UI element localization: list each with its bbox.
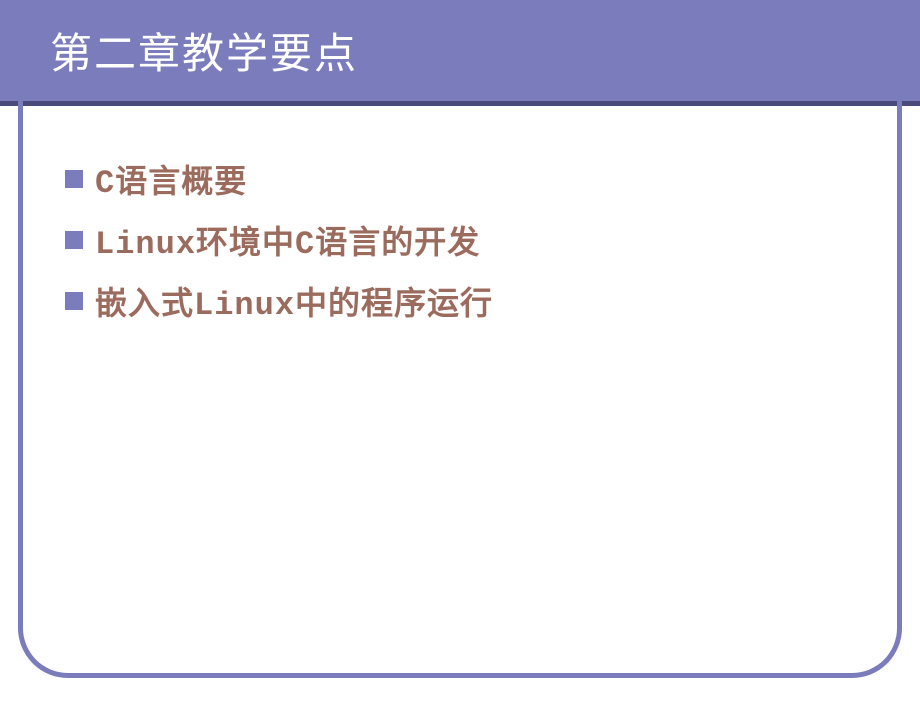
border-bottom [110,673,810,678]
list-item: Linux环境中C语言的开发 [65,217,920,263]
bullet-text: Linux环境中C语言的开发 [95,217,480,263]
bullet-icon [65,231,83,249]
list-item: 嵌入式Linux中的程序运行 [65,278,920,324]
slide-content: C语言概要 Linux环境中C语言的开发 嵌入式Linux中的程序运行 [0,106,920,701]
bullet-text: C语言概要 [95,156,247,202]
bullet-icon [65,170,83,188]
slide-title: 第二章教学要点 [50,20,920,81]
slide-header: 第二章教学要点 [0,0,920,106]
list-item: C语言概要 [65,156,920,202]
bullet-text: 嵌入式Linux中的程序运行 [95,278,493,324]
bullet-icon [65,292,83,310]
